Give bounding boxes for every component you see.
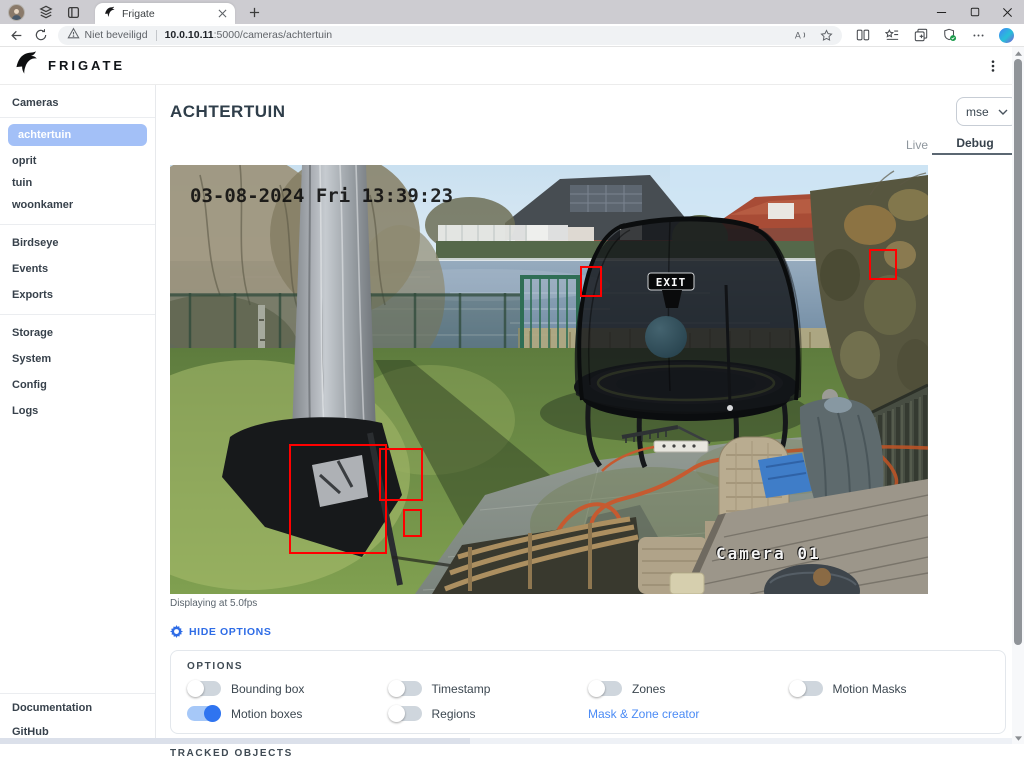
camera-name-overlay: Camera 01 bbox=[716, 544, 821, 563]
browser-tab-bar: Frigate bbox=[0, 0, 1024, 24]
gear-icon bbox=[170, 625, 183, 638]
new-tab-button[interactable] bbox=[245, 3, 263, 21]
motion-box bbox=[869, 249, 897, 280]
url-field[interactable]: Niet beveiligd 10.0.10.11:5000/cameras/a… bbox=[58, 26, 843, 45]
sidebar-item-oprit[interactable]: oprit bbox=[0, 150, 155, 172]
frigate-logo bbox=[14, 50, 40, 81]
camera-scene: EXIT bbox=[170, 165, 928, 594]
motion-box bbox=[580, 266, 602, 297]
divider bbox=[0, 224, 155, 225]
divider bbox=[0, 314, 155, 315]
fps-status: Displaying at 5.0fps bbox=[170, 598, 1018, 609]
tab-debug[interactable]: Debug bbox=[932, 136, 1018, 155]
horizontal-scrollbar bbox=[0, 738, 1012, 744]
motion-box bbox=[403, 509, 422, 537]
horizontal-scrollbar-thumb[interactable] bbox=[0, 738, 470, 744]
chevron-down-icon bbox=[998, 109, 1008, 115]
option-timestamp: Timestamp bbox=[388, 681, 589, 696]
svg-text:A: A bbox=[795, 30, 801, 40]
sidebar-item-config[interactable]: Config bbox=[0, 372, 155, 398]
browser-essentials-icon[interactable] bbox=[942, 27, 958, 43]
sidebar: Cameras achtertuin oprit tuin woonkamer … bbox=[0, 85, 156, 744]
scroll-up-icon[interactable] bbox=[1015, 47, 1022, 59]
motion-box bbox=[289, 444, 387, 554]
overflow-menu-icon[interactable] bbox=[986, 58, 1000, 74]
split-screen-icon[interactable] bbox=[855, 27, 871, 43]
tracked-objects-heading: TRACKED OBJECTS bbox=[170, 748, 1018, 759]
sidebar-item-documentation[interactable]: Documentation bbox=[0, 694, 155, 720]
camera-debug-view: EXIT bbox=[170, 165, 928, 594]
frigate-header: FRIGATE bbox=[0, 47, 1024, 85]
more-menu-icon[interactable] bbox=[970, 27, 986, 43]
sidebar-item-woonkamer[interactable]: woonkamer bbox=[0, 194, 155, 216]
not-secure-warning-icon bbox=[67, 26, 80, 44]
sidebar-item-logs[interactable]: Logs bbox=[0, 398, 155, 424]
stream-type-select[interactable]: mse bbox=[956, 97, 1018, 126]
regions-toggle[interactable] bbox=[388, 706, 422, 721]
sidebar-item-exports[interactable]: Exports bbox=[0, 282, 155, 308]
window-controls bbox=[925, 0, 1024, 24]
tab-title: Frigate bbox=[122, 8, 215, 20]
read-aloud-icon[interactable]: A bbox=[793, 28, 807, 42]
maximize-button[interactable] bbox=[958, 0, 991, 24]
svg-text:EXIT: EXIT bbox=[656, 276, 687, 289]
copilot-icon[interactable] bbox=[999, 28, 1014, 43]
collections-icon[interactable] bbox=[913, 27, 929, 43]
back-icon[interactable] bbox=[8, 27, 24, 43]
sidebar-item-achtertuin[interactable]: achtertuin bbox=[8, 124, 147, 146]
divider bbox=[0, 117, 155, 118]
vertical-scrollbar-thumb[interactable] bbox=[1014, 59, 1022, 645]
close-button[interactable] bbox=[991, 0, 1024, 24]
stream-type-value: mse bbox=[966, 105, 989, 119]
browser-address-bar: Niet beveiligd 10.0.10.11:5000/cameras/a… bbox=[0, 24, 1024, 47]
main-content: ACHTERTUIN mse Live Debug bbox=[156, 85, 1024, 744]
browser-tab[interactable]: Frigate bbox=[95, 3, 235, 24]
minimize-button[interactable] bbox=[925, 0, 958, 24]
favorite-star-icon[interactable] bbox=[819, 28, 833, 42]
motion-boxes-toggle[interactable] bbox=[187, 706, 221, 721]
refresh-icon[interactable] bbox=[33, 27, 49, 43]
tab-live[interactable]: Live bbox=[902, 138, 932, 155]
sidebar-item-system[interactable]: System bbox=[0, 346, 155, 372]
pill-divider bbox=[156, 30, 157, 41]
motion-masks-toggle[interactable] bbox=[789, 681, 823, 696]
option-motion-masks: Motion Masks bbox=[789, 681, 990, 696]
page-title: ACHTERTUIN bbox=[170, 102, 286, 122]
zones-toggle[interactable] bbox=[588, 681, 622, 696]
brand-title: FRIGATE bbox=[48, 58, 125, 73]
favorites-bar-icon[interactable] bbox=[884, 27, 900, 43]
tab-close-icon[interactable] bbox=[215, 7, 229, 21]
camera-timestamp-overlay: 03-08-2024 Fri 13:39:23 bbox=[190, 185, 453, 207]
option-bounding-box: Bounding box bbox=[187, 681, 388, 696]
sidebar-item-events[interactable]: Events bbox=[0, 256, 155, 282]
options-heading: OPTIONS bbox=[187, 661, 989, 672]
sidebar-item-birdseye[interactable]: Birdseye bbox=[0, 230, 155, 256]
view-tabs: Live Debug bbox=[170, 136, 1018, 155]
sidebar-item-tuin[interactable]: tuin bbox=[0, 172, 155, 194]
url-text: 10.0.10.11:5000/cameras/achtertuin bbox=[165, 29, 333, 41]
option-motion-boxes: Motion boxes bbox=[187, 706, 388, 721]
tab-actions-icon[interactable] bbox=[66, 5, 81, 20]
options-panel: OPTIONS Bounding box Timestamp Zones bbox=[170, 650, 1006, 734]
motion-box bbox=[379, 448, 423, 501]
security-warning-label: Niet beveiligd bbox=[85, 29, 148, 41]
frigate-favicon bbox=[104, 5, 116, 23]
timestamp-toggle[interactable] bbox=[388, 681, 422, 696]
bounding-box-toggle[interactable] bbox=[187, 681, 221, 696]
sidebar-item-storage[interactable]: Storage bbox=[0, 320, 155, 346]
scroll-down-icon[interactable] bbox=[1015, 732, 1022, 744]
hide-options-button[interactable]: HIDE OPTIONS bbox=[170, 625, 1018, 638]
profile-avatar[interactable] bbox=[8, 4, 25, 21]
vertical-scrollbar bbox=[1012, 47, 1024, 744]
mask-zone-creator-link[interactable]: Mask & Zone creator bbox=[588, 707, 789, 721]
browser-window: Frigate Niet beveiligd 10.0.10.11 bbox=[0, 0, 1024, 744]
cameras-section-label: Cameras bbox=[0, 91, 155, 117]
option-regions: Regions bbox=[388, 706, 589, 721]
option-zones: Zones bbox=[588, 681, 789, 696]
workspaces-icon[interactable] bbox=[38, 5, 53, 20]
